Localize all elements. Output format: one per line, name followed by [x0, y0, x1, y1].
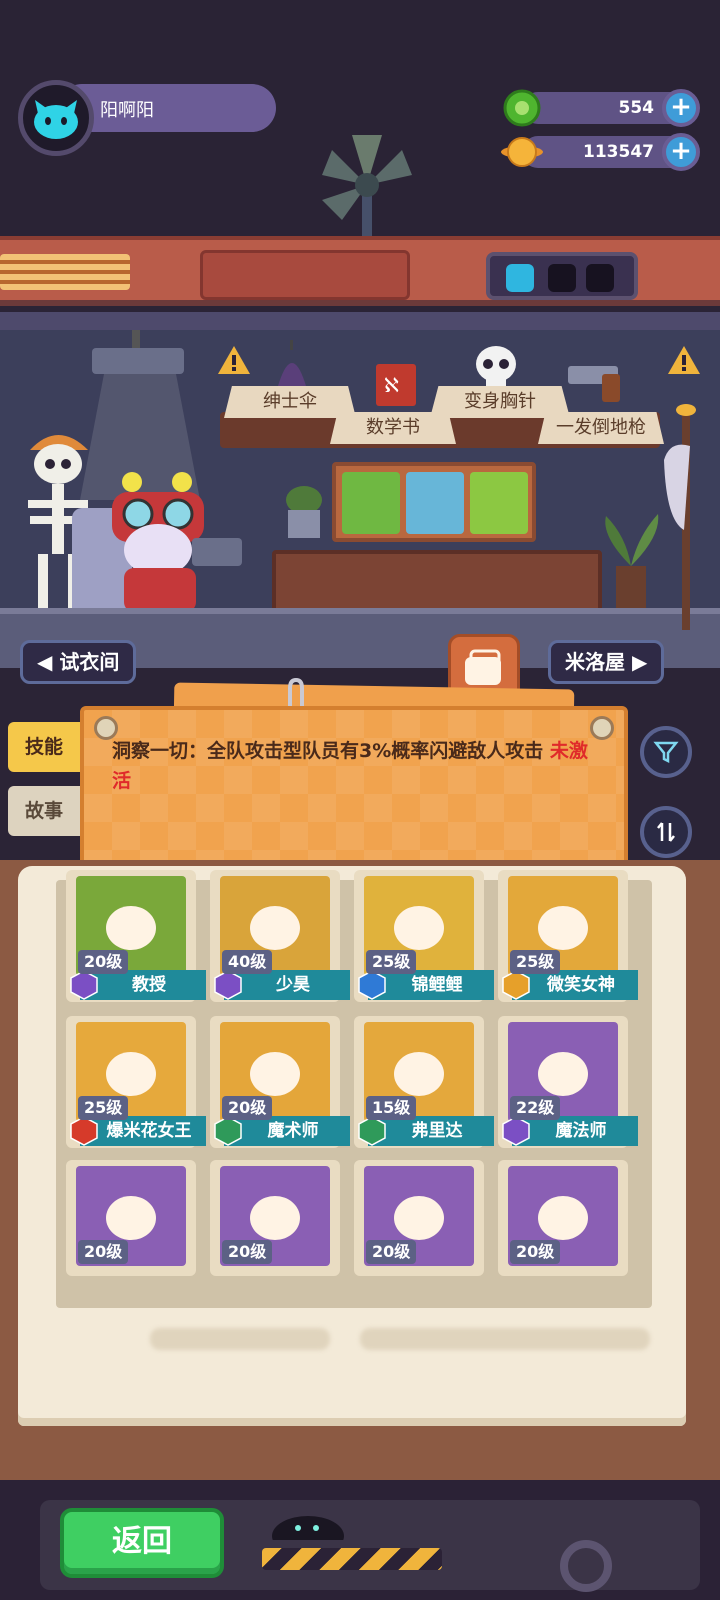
rank-badge-icon	[358, 1116, 386, 1146]
character-card[interactable]: 20级	[498, 1160, 628, 1276]
character-card[interactable]: 20级	[354, 1160, 484, 1276]
pin-icon	[590, 716, 614, 740]
character-level: 20级	[366, 1240, 417, 1264]
character-card[interactable]: 20级	[66, 1160, 196, 1276]
character-face	[538, 906, 588, 950]
pistol-icon	[568, 366, 620, 402]
character-face	[106, 1196, 156, 1240]
character-card[interactable]: 魔法师 22级	[498, 1016, 638, 1148]
rank-badge-icon	[70, 970, 98, 1000]
character-level: 20级	[222, 1096, 273, 1120]
character-card[interactable]: 微笑女神 25级	[498, 870, 638, 1002]
plus-icon[interactable]: +	[662, 89, 700, 127]
tab-skill[interactable]: 技能	[8, 722, 80, 772]
character-face	[538, 1052, 588, 1096]
rank-badge-icon	[502, 970, 530, 1000]
character-face	[538, 1196, 588, 1240]
shelf-item-pistol[interactable]: 一发倒地枪	[538, 412, 664, 444]
rank-badge-icon	[70, 1116, 98, 1146]
character-face	[394, 906, 444, 950]
character-card[interactable]: 少昊 40级	[210, 870, 350, 1002]
character-level: 15级	[366, 1096, 417, 1120]
character-face	[250, 1052, 300, 1096]
cat-face-icon[interactable]	[18, 80, 94, 156]
character-face	[394, 1052, 444, 1096]
orange-planet-coin-icon	[501, 137, 543, 167]
character-card[interactable]: 锦鲤鲤 25级	[354, 870, 494, 1002]
book-icon: ℵ	[376, 364, 416, 406]
character-name: 爆米花女王	[80, 1116, 206, 1146]
character-face	[106, 1052, 156, 1096]
sort-arrows-icon	[657, 822, 675, 842]
rank-badge-icon	[214, 1116, 242, 1146]
battery-indicator	[486, 252, 638, 300]
fan-icon	[322, 135, 412, 240]
character-card[interactable]: 弗里达 15级	[354, 1016, 494, 1148]
character-name: 教授	[80, 970, 206, 1000]
character-card[interactable]: 魔术师 20级	[210, 1016, 350, 1148]
green-gem-icon	[503, 89, 541, 127]
rank-badge-icon	[358, 970, 386, 1000]
character-card[interactable]: 20级	[210, 1160, 340, 1276]
featured-portraits	[332, 462, 536, 542]
blurred-text	[150, 1328, 330, 1350]
character-level: 20级	[78, 1240, 129, 1264]
warning-icon	[668, 346, 700, 374]
milo-house-button[interactable]: 米洛屋 ▶	[548, 640, 665, 684]
triangle-right-icon: ▶	[631, 650, 648, 674]
character-level: 25级	[78, 1096, 129, 1120]
character-name: 魔法师	[512, 1116, 638, 1146]
character-face	[394, 1196, 444, 1240]
character-level: 25级	[366, 950, 417, 974]
tab-story[interactable]: 故事	[8, 786, 80, 836]
rank-badge-icon	[214, 970, 242, 1000]
character-level: 40级	[222, 950, 273, 974]
character-level: 22级	[510, 1096, 561, 1120]
coat-rack-icon	[664, 404, 696, 630]
skill-panel: 洞察一切：全队攻击型队员有3%概率闪避敌人攻击 未激活	[80, 706, 628, 876]
back-button[interactable]: 返回	[60, 1508, 224, 1578]
character-face	[106, 906, 156, 950]
character-level: 25级	[510, 950, 561, 974]
shadow-creature-icon	[272, 1516, 344, 1540]
coin-value: 113547	[583, 142, 654, 162]
character-name: 少昊	[224, 970, 350, 1000]
warning-icon	[218, 346, 250, 374]
skill-description: 洞察一切：全队攻击型队员有3%概率闪避敌人攻击 未激活	[112, 740, 588, 792]
plus-icon[interactable]: +	[662, 133, 700, 171]
fitting-room-button[interactable]: ◀ 试衣间	[20, 640, 137, 684]
character-face	[250, 906, 300, 950]
player-profile[interactable]: 阳啊阳	[18, 80, 276, 156]
blurred-text	[360, 1328, 650, 1350]
umbrella-icon	[278, 340, 306, 386]
filter-button[interactable]	[640, 726, 692, 778]
character-level: 20级	[222, 1240, 273, 1264]
plant-icon	[286, 486, 322, 538]
coin-counter: 113547 +	[500, 132, 700, 172]
gear-decoration-icon	[560, 1540, 612, 1592]
character-level: 20级	[510, 1240, 561, 1264]
character-card[interactable]: 教授 20级	[66, 870, 206, 1002]
player-name: 阳啊阳	[100, 100, 154, 121]
character-face	[250, 1196, 300, 1240]
shelf-item-umbrella[interactable]: 绅士伞	[224, 386, 356, 418]
triangle-left-icon: ◀	[37, 650, 53, 674]
character-card[interactable]: 爆米花女王 25级	[66, 1016, 206, 1148]
hazard-stripe	[262, 1548, 442, 1570]
sort-button[interactable]	[640, 806, 692, 858]
rank-badge-icon	[502, 1116, 530, 1146]
character-name: 锦鲤鲤	[368, 970, 494, 1000]
character-level: 20级	[78, 950, 129, 974]
filter-icon	[653, 741, 679, 764]
svg-text:ℵ: ℵ	[384, 373, 399, 397]
character-name: 魔术师	[224, 1116, 350, 1146]
character-name: 弗里达	[368, 1116, 494, 1146]
lightning-icon	[506, 264, 534, 292]
gem-counter: 554 +	[500, 88, 700, 128]
gem-value: 554	[618, 98, 655, 118]
character-name: 微笑女神	[512, 970, 638, 1000]
